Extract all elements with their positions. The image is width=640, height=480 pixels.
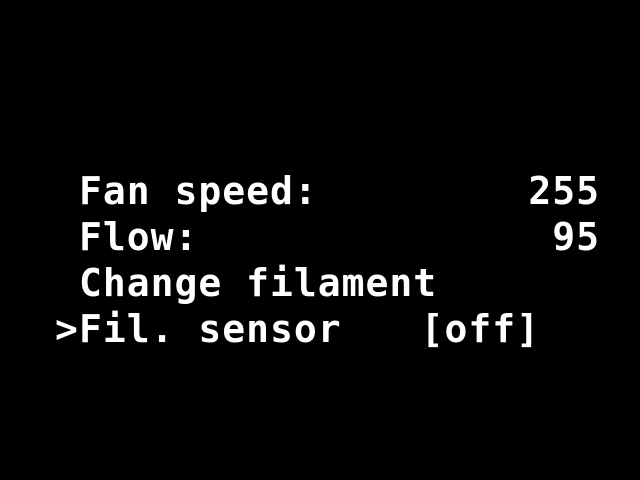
menu-item-value: 95 bbox=[552, 215, 600, 259]
menu-item-change-filament[interactable]: Change filament bbox=[55, 260, 600, 306]
menu-item-flow[interactable]: Flow: 95 bbox=[55, 214, 600, 260]
menu-item-fan-speed[interactable]: Fan speed: 255 bbox=[55, 168, 600, 214]
settings-menu: Fan speed: 255 Flow: 95 Change filament … bbox=[55, 168, 600, 352]
menu-item-label: Fan speed: bbox=[79, 169, 318, 213]
menu-item-label: Fil. sensor bbox=[79, 307, 342, 351]
menu-item-label: Flow: bbox=[79, 215, 199, 259]
menu-item-value: [off] bbox=[420, 307, 540, 351]
menu-item-label: Change filament bbox=[79, 261, 438, 305]
menu-item-fil-sensor[interactable]: > Fil. sensor [off] bbox=[55, 306, 600, 352]
menu-item-value: 255 bbox=[528, 169, 600, 213]
selection-cursor: > bbox=[55, 307, 79, 351]
lcd-screen: Fan speed: 255 Flow: 95 Change filament … bbox=[0, 0, 640, 480]
